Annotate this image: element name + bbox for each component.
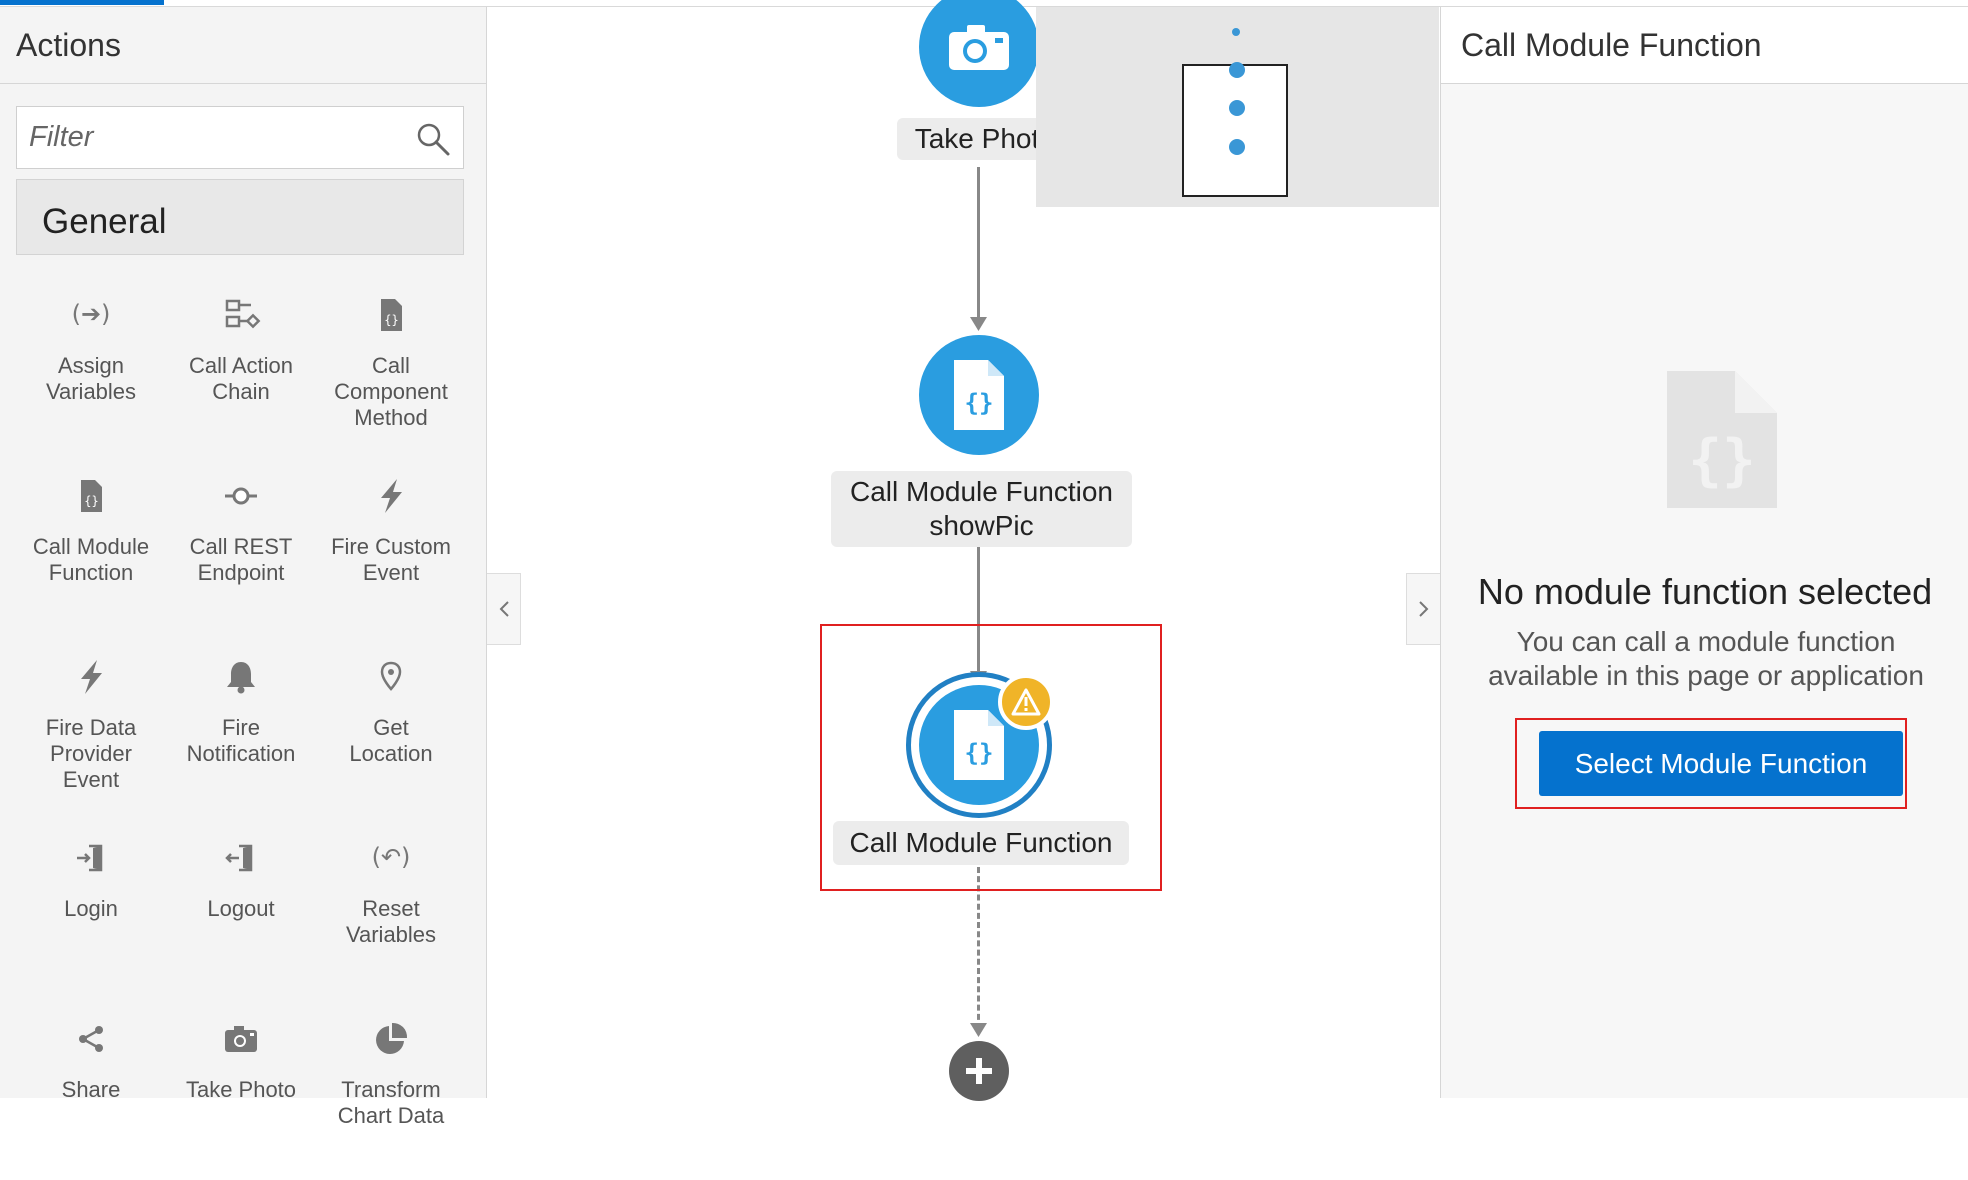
action-login[interactable]: Login — [16, 818, 166, 999]
action-call-module-function[interactable]: {} Call Module Function — [16, 456, 166, 637]
minimap-dot — [1232, 28, 1240, 36]
minimap-node — [1229, 62, 1245, 78]
action-transform-chart-data[interactable]: Transform Chart Data — [316, 999, 466, 1180]
reset-variables-icon: (↶) — [371, 838, 411, 878]
lightning-icon — [71, 657, 111, 697]
file-code-icon: {} — [954, 710, 1004, 780]
action-label: Transform Chart Data — [337, 1077, 445, 1128]
svg-text:{}: {} — [965, 739, 994, 767]
svg-text:{}: {} — [384, 313, 398, 327]
action-logout[interactable]: Logout — [166, 818, 316, 999]
properties-title: Call Module Function — [1441, 7, 1968, 84]
take-photo-node-label[interactable]: Take Phot — [897, 118, 1057, 160]
location-pin-icon — [371, 657, 411, 697]
rest-endpoint-icon — [221, 476, 261, 516]
action-label: Share — [61, 1077, 121, 1102]
action-fire-notification[interactable]: Fire Notification — [166, 637, 316, 818]
action-get-location[interactable]: Get Location — [316, 637, 466, 818]
bell-icon — [221, 657, 261, 697]
pie-chart-icon — [371, 1019, 411, 1059]
file-code-icon: {} — [371, 295, 411, 335]
action-label: Logout — [207, 896, 275, 921]
call-module-function-showpic-node[interactable]: {} — [919, 335, 1039, 455]
action-label: Call Component Method — [334, 353, 448, 430]
svg-text:{}: {} — [1688, 428, 1755, 493]
file-code-icon: {} — [71, 476, 111, 516]
take-photo-node[interactable] — [919, 0, 1039, 107]
call-module-function-node-label[interactable]: Call Module Function — [833, 821, 1129, 865]
call-module-function-showpic-label[interactable]: Call Module Function showPic — [831, 471, 1132, 547]
action-reset-variables[interactable]: (↶) Reset Variables — [316, 818, 466, 999]
filter-field[interactable] — [16, 106, 464, 169]
actions-grid: (➔) Assign Variables Call Action Chain {… — [16, 275, 464, 1180]
flow-canvas[interactable]: Take Phot {} Call Module Function showPi… — [487, 0, 1440, 1101]
minimap-node — [1229, 100, 1245, 116]
action-fire-custom-event[interactable]: Fire Custom Event — [316, 456, 466, 637]
svg-text:(↶): (↶) — [372, 843, 411, 871]
chevron-right-icon — [1418, 601, 1428, 617]
add-action-button[interactable] — [949, 1041, 1009, 1101]
action-label: Take Photo — [185, 1077, 297, 1102]
lightning-icon — [371, 476, 411, 516]
action-label: Fire Custom Event — [331, 534, 451, 585]
action-call-rest-endpoint[interactable]: Call REST Endpoint — [166, 456, 316, 637]
action-call-component-method[interactable]: {} Call Component Method — [316, 275, 466, 456]
filter-input[interactable] — [17, 107, 409, 167]
plus-icon — [966, 1058, 992, 1084]
minimap-viewport[interactable] — [1182, 62, 1288, 197]
warning-badge[interactable] — [998, 674, 1054, 730]
svg-text:{}: {} — [965, 389, 994, 417]
empty-state-title: No module function selected — [1477, 571, 1933, 612]
action-label: Assign Variables — [45, 353, 137, 404]
actions-palette: Actions General (➔) Assign Variables Cal… — [0, 7, 487, 1128]
action-assign-variables[interactable]: (➔) Assign Variables — [16, 275, 166, 456]
flow-connector — [977, 167, 980, 327]
svg-text:{}: {} — [84, 494, 98, 508]
warning-icon — [1011, 688, 1041, 716]
pending-connector — [977, 867, 980, 1029]
arrowhead-icon — [970, 1023, 987, 1037]
section-general[interactable]: General — [16, 179, 464, 255]
action-fire-data-provider-event[interactable]: Fire Data Provider Event — [16, 637, 166, 818]
action-label: Call Action Chain — [189, 353, 293, 404]
minimap-node — [1229, 139, 1245, 155]
file-code-icon: {} — [954, 360, 1004, 430]
active-tab-indicator — [0, 0, 164, 5]
minimap[interactable] — [1036, 7, 1439, 207]
action-label: Call Module Function — [32, 534, 150, 585]
action-label: Reset Variables — [345, 896, 437, 947]
action-label: Login — [64, 896, 118, 921]
svg-text:(➔): (➔) — [72, 300, 111, 328]
action-label: Get Location — [349, 715, 433, 766]
action-share[interactable]: Share — [16, 999, 166, 1180]
logout-icon — [221, 838, 261, 878]
select-module-function-button[interactable]: Select Module Function — [1539, 731, 1903, 796]
action-label: Fire Data Provider Event — [45, 715, 137, 792]
empty-state-subtitle: You can call a module function available… — [1488, 626, 1924, 691]
collapse-right-panel-button[interactable] — [1406, 573, 1440, 645]
call-action-chain-icon — [221, 295, 261, 335]
chevron-left-icon — [499, 601, 509, 617]
login-icon — [71, 838, 111, 878]
file-code-placeholder-icon: {} — [1667, 371, 1777, 508]
action-take-photo[interactable]: Take Photo — [166, 999, 316, 1180]
action-label: Fire Notification — [186, 715, 296, 766]
properties-panel: Call Module Function {} No module functi… — [1440, 7, 1968, 1098]
camera-icon — [221, 1019, 261, 1059]
arrowhead-icon — [970, 317, 987, 331]
assign-variables-icon: (➔) — [71, 295, 111, 335]
collapse-left-panel-button[interactable] — [487, 573, 521, 645]
camera-icon — [949, 25, 1009, 70]
share-icon — [71, 1019, 111, 1059]
action-label: Call REST Endpoint — [189, 534, 293, 585]
action-call-action-chain[interactable]: Call Action Chain — [166, 275, 316, 456]
palette-title: Actions — [0, 7, 486, 84]
search-icon[interactable] — [415, 121, 451, 157]
